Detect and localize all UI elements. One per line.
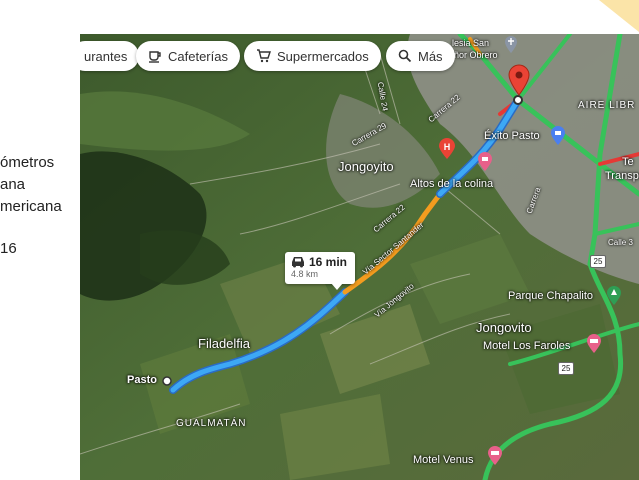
place-label: Jongovito xyxy=(476,320,532,335)
place-label: Transporte xyxy=(605,170,639,182)
slide-text-line: 16 xyxy=(0,240,17,257)
slide-text-line: ómetros xyxy=(0,154,55,171)
place-label: Altos de la colina xyxy=(410,178,494,190)
place-label: Te xyxy=(622,156,634,168)
satellite-map xyxy=(80,34,639,480)
destination-pin-icon[interactable] xyxy=(508,64,530,96)
route-time: 16 min xyxy=(309,255,348,269)
place-label: GUALMATÁN xyxy=(176,418,247,429)
slide-panel: ómetros ana mericana 16 xyxy=(0,0,80,480)
slide-text-line: mericana xyxy=(0,198,62,215)
hospital-pin-icon[interactable]: H xyxy=(438,138,456,160)
hotel-pin-icon[interactable] xyxy=(586,334,602,354)
place-label: Jongoyito xyxy=(338,159,394,174)
chip-label: Cafeterías xyxy=(168,48,228,64)
place-label: ñor Obrero xyxy=(454,50,498,60)
place-label: AIRE LIBR xyxy=(578,100,636,111)
hotel-pin-icon[interactable] xyxy=(487,446,503,466)
slide-text-line: ana xyxy=(0,176,26,193)
place-label: Éxito Pasto xyxy=(484,130,540,142)
search-icon xyxy=(398,49,412,63)
cart-icon xyxy=(257,49,271,63)
place-label: Motel Los Faroles xyxy=(483,340,571,352)
chip-label: urantes xyxy=(84,48,128,64)
shopping-pin-icon[interactable] xyxy=(477,152,493,172)
place-label: Filadelfia xyxy=(198,336,251,351)
place-label: Motel Venus xyxy=(413,454,474,466)
road-shield: 25 xyxy=(590,255,606,268)
callout-tail xyxy=(331,283,343,290)
chip-cafeterias[interactable]: Cafeterías xyxy=(136,41,240,71)
chip-label: Más xyxy=(418,48,443,64)
street-label: Calle 3 xyxy=(608,238,633,247)
place-label: lesia San xyxy=(452,38,490,48)
route-info-callout[interactable]: 16 min 4.8 km xyxy=(285,252,355,290)
church-pin-icon[interactable] xyxy=(504,36,518,54)
car-icon xyxy=(292,257,304,268)
coffee-icon xyxy=(149,51,161,63)
route-distance: 4.8 km xyxy=(291,269,319,279)
map-view[interactable]: H Jongoyito Altos de la colina Éxito Pas… xyxy=(80,34,639,480)
place-label: Parque Chapalito xyxy=(508,290,594,302)
svg-text:H: H xyxy=(444,142,451,152)
slide-corner-decoration xyxy=(599,0,639,32)
chip-label: Supermercados xyxy=(277,48,369,64)
road-shield: 25 xyxy=(558,362,574,375)
park-pin-icon[interactable] xyxy=(606,286,622,306)
chip-mas[interactable]: Más xyxy=(386,41,455,71)
chip-supermercados[interactable]: Supermercados xyxy=(244,41,381,71)
chip-restaurants[interactable]: urantes xyxy=(80,41,140,71)
place-label: Pasto xyxy=(127,374,157,386)
shopping-pin-icon[interactable] xyxy=(550,126,566,146)
